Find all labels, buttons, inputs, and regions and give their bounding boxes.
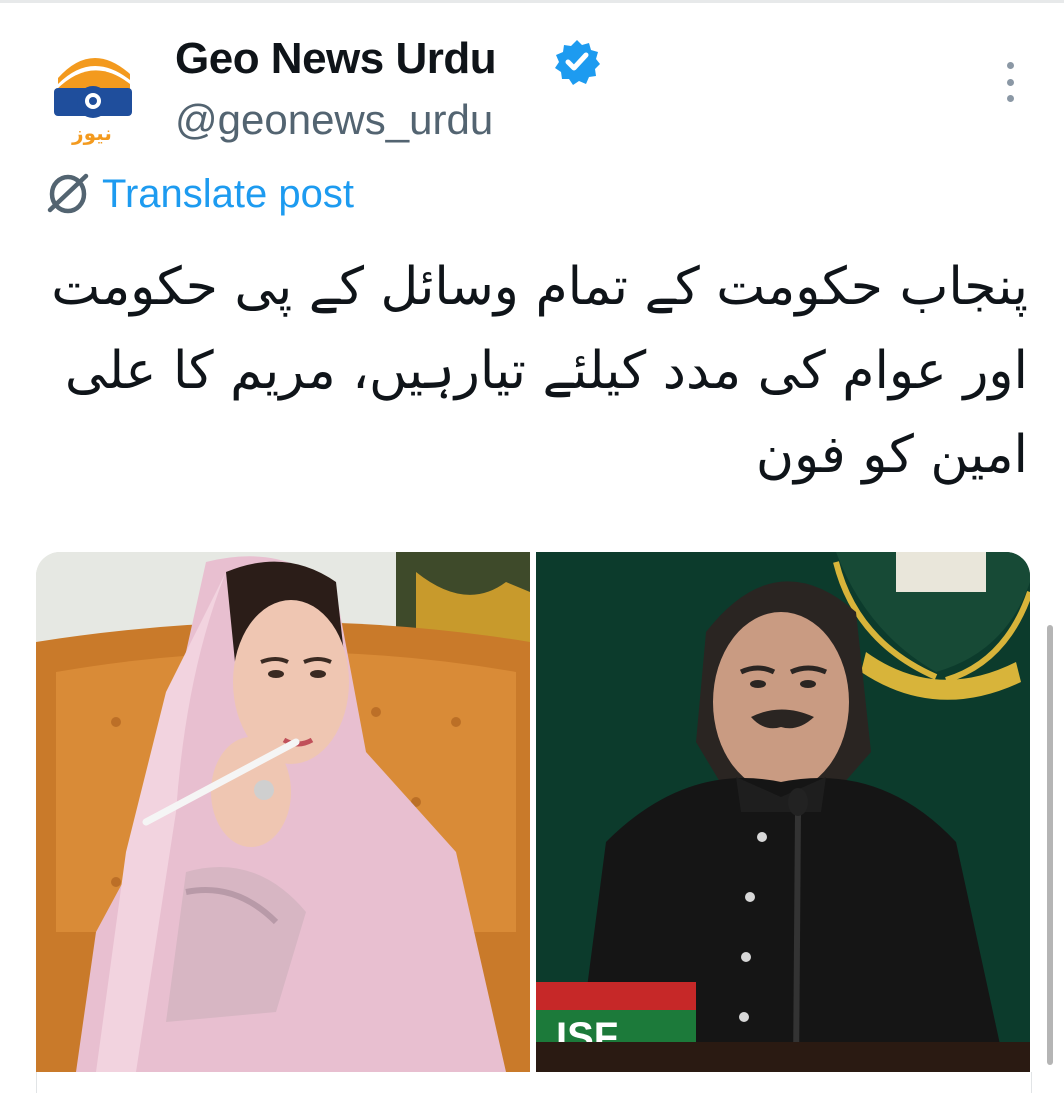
avatar-logo-text: نیوز <box>71 121 112 145</box>
verified-badge-icon <box>553 38 601 86</box>
author-avatar[interactable]: نیوز <box>44 44 140 148</box>
geo-news-logo-icon: نیوز <box>54 57 132 145</box>
scrollbar-thumb[interactable] <box>1047 625 1053 1065</box>
translate-post-link[interactable]: Translate post <box>42 170 354 218</box>
media-bottom-edge <box>36 1072 1032 1093</box>
author-handle[interactable]: @geonews_urdu <box>175 96 493 144</box>
translate-post-label: Translate post <box>102 171 354 216</box>
post-text-line: امین کو فون <box>755 425 1028 485</box>
globe-slash-icon <box>47 173 89 214</box>
post-media: ISF <box>36 552 1030 1072</box>
top-divider <box>0 0 1064 3</box>
post-image-right[interactable]: ISF <box>536 552 1030 1072</box>
post-text-line: اور عوام کی مدد کیلئے تیارہیں، مریم کا ع… <box>64 341 1028 401</box>
post-text: پنجاب حکومت کے تمام وسائل کے پی حکومت او… <box>38 245 1028 497</box>
post-image-left[interactable] <box>36 552 530 1072</box>
author-display-name[interactable]: Geo News Urdu <box>175 34 497 84</box>
post-text-line: پنجاب حکومت کے تمام وسائل کے پی حکومت <box>51 257 1028 317</box>
more-options-icon[interactable] <box>996 62 1024 102</box>
